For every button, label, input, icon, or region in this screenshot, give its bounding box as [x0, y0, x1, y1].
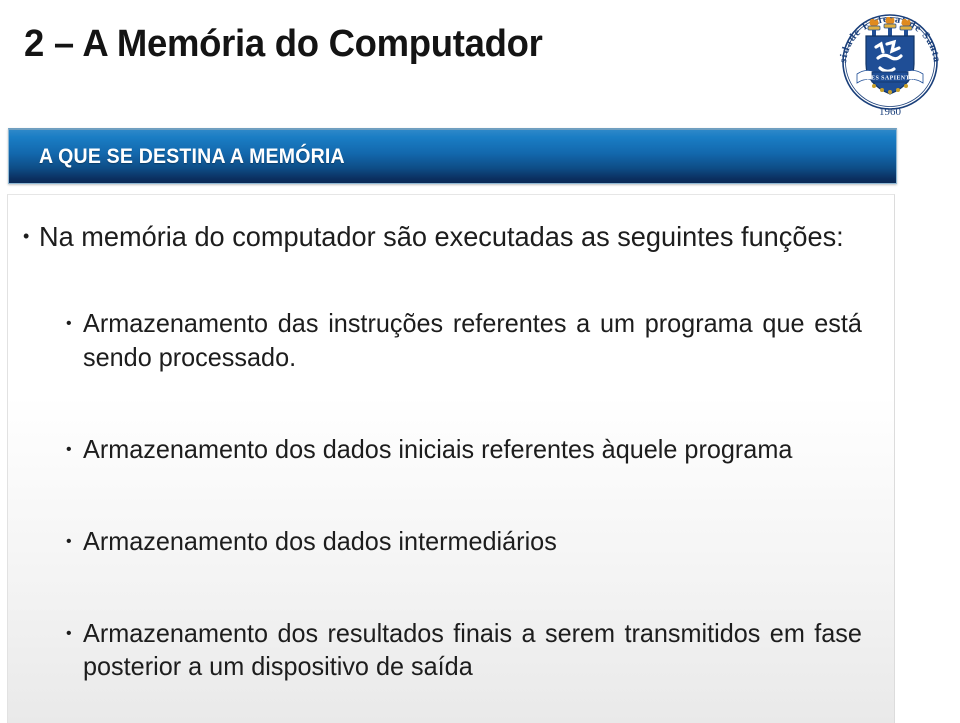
- section-banner-label: A QUE SE DESTINA A MEMÓRIA: [39, 144, 345, 168]
- ufsm-seal-logo: Universidade Federal de Santa Maria: [830, 2, 950, 120]
- slide-root: 2 – A Memória do Computador Universidade…: [0, 0, 960, 723]
- bullet-item: • Armazenamento dos dados intermediários: [66, 525, 886, 559]
- bullet-item: • Armazenamento dos resultados finais a …: [66, 617, 886, 685]
- content-panel: • Na memória do computador são executada…: [7, 194, 895, 723]
- bullet-item: • Armazenamento das instruções referente…: [66, 307, 886, 375]
- bullet-text: Armazenamento dos dados intermediários: [83, 525, 557, 556]
- bullet-marker-icon: •: [66, 532, 72, 550]
- bullet-text: Armazenamento das instruções referentes …: [83, 308, 862, 373]
- bullet-marker-icon: •: [66, 315, 72, 333]
- svg-text:1960: 1960: [879, 106, 902, 118]
- bullet-item: • Na memória do computador são executada…: [23, 219, 886, 255]
- bullet-marker-icon: •: [23, 226, 30, 246]
- bullet-text: Na memória do computador são executadas …: [39, 221, 844, 252]
- bullet-item: • Armazenamento dos dados iniciais refer…: [66, 433, 886, 467]
- section-banner: A QUE SE DESTINA A MEMÓRIA: [8, 128, 897, 184]
- bullet-list: • Na memória do computador são executada…: [8, 219, 894, 684]
- bullet-text: Armazenamento dos resultados finais a se…: [83, 617, 862, 682]
- bullet-text: Armazenamento dos dados iniciais referen…: [83, 433, 793, 464]
- bullet-marker-icon: •: [66, 624, 72, 642]
- bullet-marker-icon: •: [66, 440, 72, 458]
- page-title: 2 – A Memória do Computador: [24, 23, 543, 65]
- svg-text:SEDES SAPIENTIAE: SEDES SAPIENTIAE: [858, 76, 922, 82]
